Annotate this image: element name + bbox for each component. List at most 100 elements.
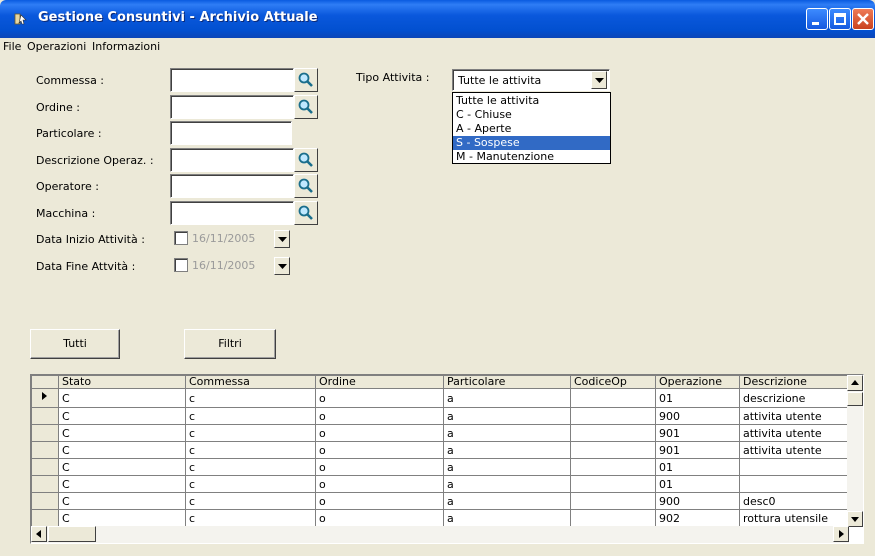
data-fine-checkbox[interactable]	[174, 258, 188, 272]
table-cell[interactable]	[739, 458, 853, 476]
current-row-indicator[interactable]	[31, 388, 59, 408]
table-cell[interactable]	[570, 441, 656, 459]
table-cell[interactable]: 900	[655, 407, 740, 425]
row-header[interactable]	[31, 509, 59, 527]
row-header[interactable]	[31, 407, 59, 425]
dropdown-option[interactable]: A - Aperte	[453, 122, 610, 136]
particolare-input[interactable]	[170, 121, 292, 145]
vertical-scrollbar[interactable]	[847, 375, 863, 527]
table-row[interactable]: Cc o a 01	[31, 458, 853, 476]
table-cell[interactable]: c	[185, 458, 316, 476]
filtri-button[interactable]: Filtri	[184, 329, 276, 359]
table-cell[interactable]	[570, 475, 656, 493]
table-row[interactable]: Cc o a 901 attivita utente	[31, 441, 853, 459]
row-header[interactable]	[31, 441, 59, 459]
table-cell[interactable]: a	[443, 492, 571, 510]
table-cell[interactable]: o	[315, 424, 444, 442]
scroll-down-button[interactable]	[847, 511, 863, 527]
horizontal-scrollbar[interactable]	[31, 526, 849, 543]
close-button[interactable]	[852, 8, 874, 30]
table-cell[interactable]: 901	[655, 441, 740, 459]
table-cell[interactable]: o	[315, 388, 444, 408]
table-cell[interactable]: C	[58, 475, 186, 493]
table-row[interactable]: Cc o a 901 attivita utente	[31, 424, 853, 442]
commessa-search-button[interactable]	[294, 68, 318, 92]
table-cell[interactable]: o	[315, 492, 444, 510]
table-cell[interactable]: a	[443, 388, 571, 408]
table-cell[interactable]: c	[185, 492, 316, 510]
table-cell[interactable]	[570, 492, 656, 510]
table-cell[interactable]: C	[58, 424, 186, 442]
table-cell[interactable]: attivita utente	[739, 407, 853, 425]
macchina-input[interactable]	[170, 201, 294, 225]
table-cell[interactable]: descrizione	[739, 388, 853, 408]
scroll-left-button[interactable]	[31, 526, 47, 542]
maximize-button[interactable]	[829, 8, 851, 30]
table-cell[interactable]: 901	[655, 424, 740, 442]
table-row[interactable]: Cc o a 900 desc0	[31, 492, 853, 510]
table-cell[interactable]: a	[443, 458, 571, 476]
table-cell[interactable]	[739, 475, 853, 493]
table-cell[interactable]: a	[443, 407, 571, 425]
ordine-input[interactable]	[170, 95, 294, 119]
menu-file[interactable]: File	[3, 40, 21, 53]
menu-informazioni[interactable]: Informazioni	[92, 40, 160, 53]
minimize-button[interactable]	[806, 8, 828, 30]
scroll-right-button[interactable]	[833, 526, 849, 542]
table-cell[interactable]: 902	[655, 509, 740, 527]
table-cell[interactable]: C	[58, 407, 186, 425]
data-fine-picker[interactable]: 16/11/2005	[170, 255, 294, 277]
dropdown-option[interactable]: Tutte le attivita	[453, 94, 610, 108]
table-cell[interactable]: o	[315, 475, 444, 493]
dropdown-option[interactable]: M - Manutenzione	[453, 150, 610, 164]
descrizione-search-button[interactable]	[294, 148, 318, 172]
descrizione-input[interactable]	[170, 148, 294, 172]
column-header[interactable]: Particolare	[443, 375, 571, 389]
row-header[interactable]	[31, 458, 59, 476]
table-cell[interactable]: a	[443, 509, 571, 527]
table-cell[interactable]: 900	[655, 492, 740, 510]
ordine-search-button[interactable]	[294, 95, 318, 119]
table-cell[interactable]: c	[185, 407, 316, 425]
vertical-scroll-thumb[interactable]	[847, 392, 863, 406]
data-inizio-picker[interactable]: 16/11/2005	[170, 228, 294, 250]
table-cell[interactable]: c	[185, 509, 316, 527]
macchina-search-button[interactable]	[294, 201, 318, 225]
row-header[interactable]	[31, 492, 59, 510]
operatore-input[interactable]	[170, 174, 294, 198]
commessa-input[interactable]	[170, 68, 294, 92]
column-header[interactable]: Stato	[58, 375, 186, 389]
table-row[interactable]: Cc o a 900 attivita utente	[31, 407, 853, 425]
column-header[interactable]: Operazione	[655, 375, 740, 389]
table-cell[interactable]: o	[315, 407, 444, 425]
data-inizio-checkbox[interactable]	[174, 231, 188, 245]
column-header[interactable]: CodiceOp	[570, 375, 656, 389]
table-cell[interactable]: C	[58, 441, 186, 459]
table-cell[interactable]: C	[58, 458, 186, 476]
table-cell[interactable]: c	[185, 424, 316, 442]
table-cell[interactable]: 01	[655, 475, 740, 493]
table-row[interactable]: Cc o a 01 descrizione	[31, 388, 853, 408]
data-fine-dropdown-button[interactable]	[274, 257, 290, 275]
tipo-attivita-select[interactable]: Tutte le attivita	[452, 69, 610, 91]
table-cell[interactable]: C	[58, 492, 186, 510]
table-cell[interactable]: attivita utente	[739, 441, 853, 459]
table-cell[interactable]: C	[58, 509, 186, 527]
table-cell[interactable]: c	[185, 441, 316, 459]
table-cell[interactable]: attivita utente	[739, 424, 853, 442]
table-cell[interactable]: a	[443, 475, 571, 493]
table-cell[interactable]: o	[315, 458, 444, 476]
table-cell[interactable]: a	[443, 424, 571, 442]
table-cell[interactable]	[570, 407, 656, 425]
table-cell[interactable]: C	[58, 388, 186, 408]
table-cell[interactable]	[570, 424, 656, 442]
data-inizio-dropdown-button[interactable]	[274, 230, 290, 248]
table-cell[interactable]: o	[315, 441, 444, 459]
operatore-search-button[interactable]	[294, 174, 318, 198]
tutti-button[interactable]: Tutti	[30, 329, 120, 359]
table-cell[interactable]	[570, 388, 656, 408]
table-cell[interactable]: rottura utensile	[739, 509, 853, 527]
table-cell[interactable]: 01	[655, 458, 740, 476]
table-cell[interactable]: 01	[655, 388, 740, 408]
table-cell[interactable]: c	[185, 388, 316, 408]
